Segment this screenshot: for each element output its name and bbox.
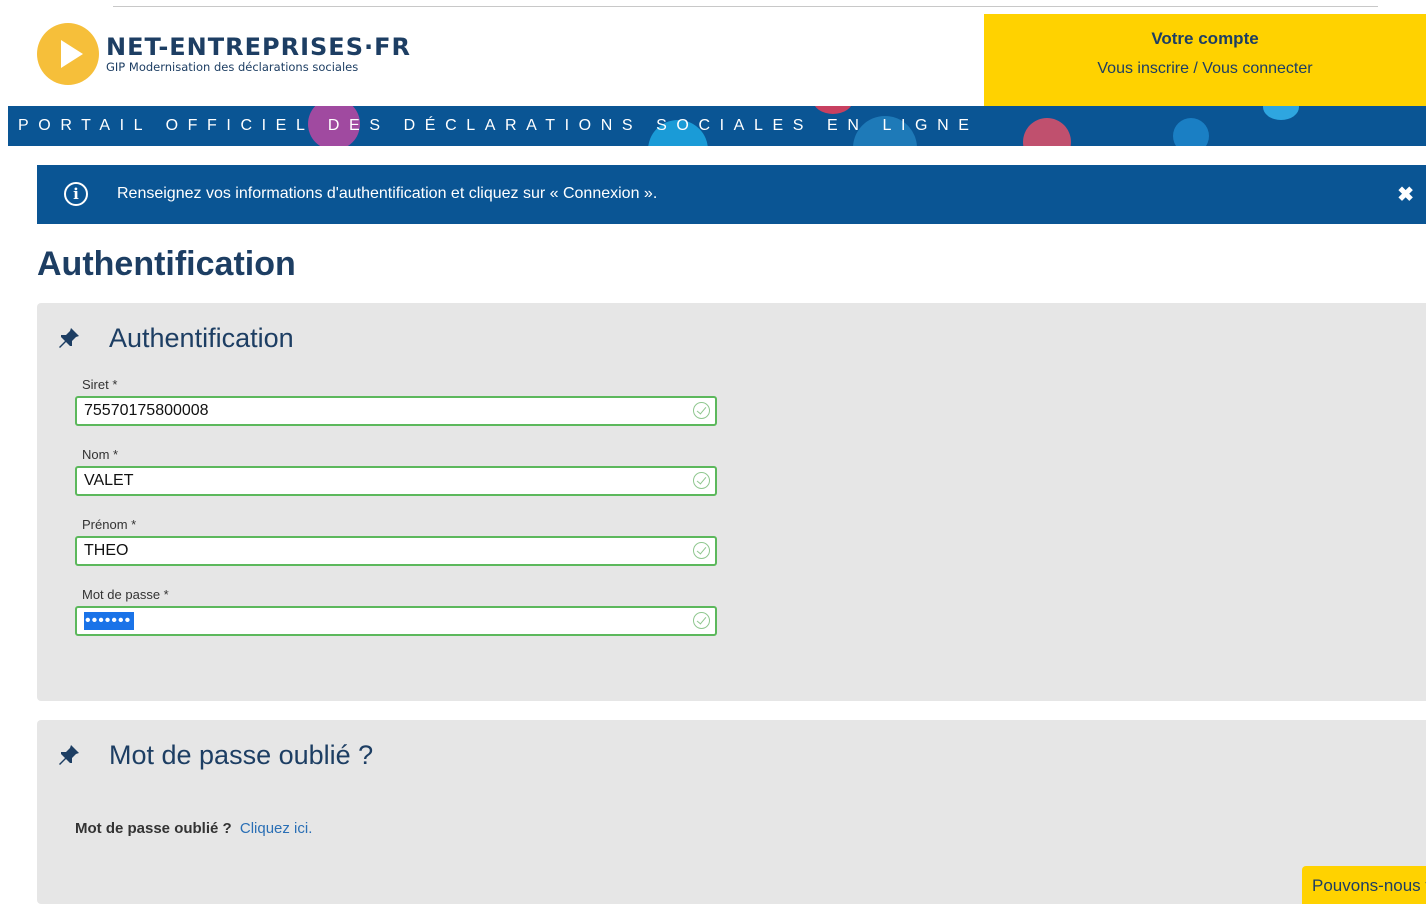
forgot-password-row: Mot de passe oublié ? Cliquez ici. — [75, 820, 312, 837]
check-icon — [693, 402, 710, 419]
help-tab[interactable]: Pouvons-nous vous aider ? — [1302, 866, 1426, 904]
info-banner: i Renseignez vos informations d'authenti… — [37, 165, 1426, 224]
forgot-password-link[interactable]: Cliquez ici. — [240, 820, 313, 837]
siret-field[interactable]: 75570175800008 — [75, 396, 717, 426]
info-icon: i — [64, 182, 88, 206]
account-box: Votre compte Vous inscrire / Vous connec… — [984, 14, 1426, 106]
prenom-label: Prénom * — [82, 517, 137, 532]
page-title: Authentification — [37, 245, 296, 283]
decor-dot — [1023, 118, 1071, 146]
nom-label: Nom * — [82, 447, 119, 462]
help-tab-label: Pouvons-nous vous aider ? — [1312, 876, 1426, 895]
close-icon[interactable]: ✖ — [1397, 182, 1414, 207]
play-logo-icon — [37, 23, 99, 85]
logo-subtitle: GIP Modernisation des déclarations socia… — [106, 60, 359, 74]
decor-dot — [813, 106, 853, 114]
forgot-password-question: Mot de passe oublié ? — [75, 820, 232, 837]
prenom-field[interactable]: THEO — [75, 536, 717, 566]
siret-label: Siret * — [82, 377, 118, 392]
account-title: Votre compte — [1151, 29, 1259, 48]
site-logo[interactable]: NET-ENTREPRISES·FR GIP Modernisation des… — [37, 23, 411, 85]
decor-dot — [1173, 118, 1209, 146]
password-field[interactable]: ••••••• — [75, 606, 717, 636]
decor-dot — [1263, 106, 1299, 120]
pushpin-icon — [59, 328, 79, 348]
prenom-value: THEO — [84, 542, 129, 559]
top-divider — [113, 6, 1378, 7]
info-banner-text: Renseignez vos informations d'authentifi… — [117, 185, 658, 202]
check-icon — [693, 472, 710, 489]
panel-title: Authentification — [109, 323, 294, 353]
logo-name: NET-ENTREPRISES·FR — [106, 33, 411, 61]
password-value: ••••••• — [84, 612, 135, 630]
nom-value: VALET — [84, 472, 134, 489]
authentication-panel: Authentification Siret * 75570175800008 … — [37, 303, 1426, 701]
check-icon — [693, 542, 710, 559]
portal-tagline-band: PORTAIL OFFICIEL DES DÉCLARATIONS SOCIAL… — [8, 106, 1426, 146]
nom-field[interactable]: VALET — [75, 466, 717, 496]
forgot-password-panel: Mot de passe oublié ? Mot de passe oubli… — [37, 720, 1426, 904]
portal-tagline: PORTAIL OFFICIEL DES DÉCLARATIONS SOCIAL… — [18, 117, 979, 134]
siret-value: 75570175800008 — [84, 402, 209, 419]
pushpin-icon — [59, 745, 79, 765]
password-label: Mot de passe * — [82, 587, 169, 602]
check-icon — [693, 612, 710, 629]
panel-title: Mot de passe oublié ? — [109, 740, 374, 770]
signup-login-link[interactable]: Vous inscrire / Vous connecter — [984, 60, 1426, 78]
